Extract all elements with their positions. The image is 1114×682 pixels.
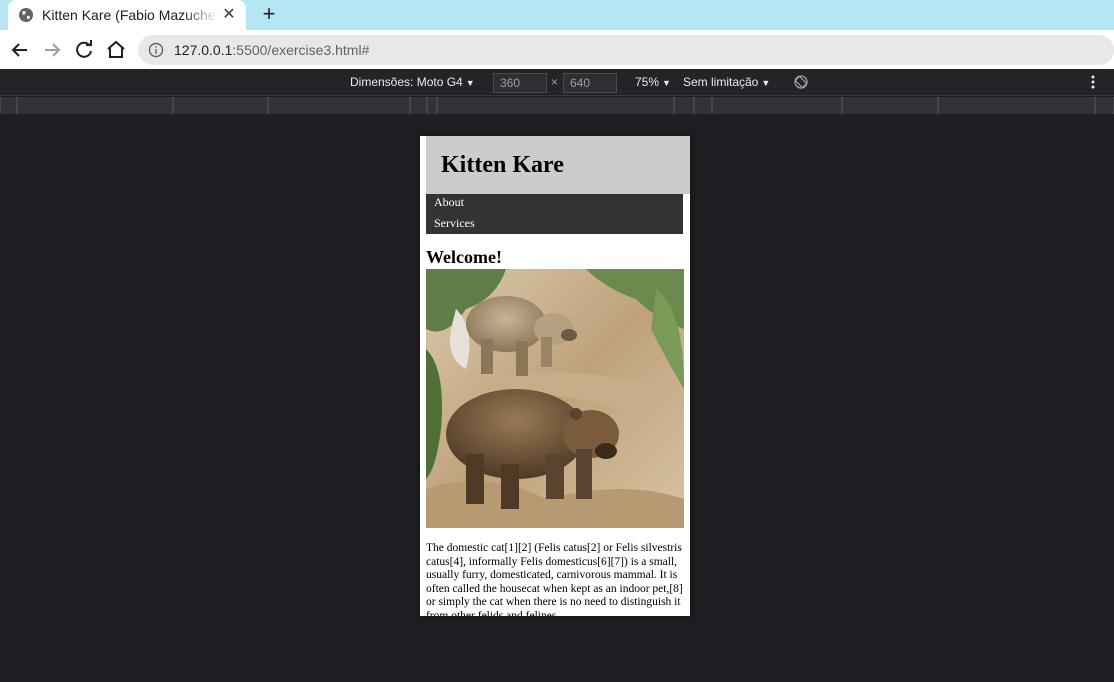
times-sign: ×: [551, 75, 559, 89]
nav-link-services[interactable]: Services: [434, 216, 475, 231]
device-select[interactable]: Dimensões: Moto G4 ▼: [350, 75, 475, 89]
home-icon[interactable]: [104, 38, 128, 62]
media-query-segment[interactable]: [694, 97, 712, 114]
forward-arrow-icon[interactable]: [40, 38, 64, 62]
url-path: :5500/exercise3.html#: [232, 42, 370, 58]
width-input[interactable]: [493, 73, 547, 93]
media-query-segment[interactable]: [674, 97, 694, 114]
browser-toolbar: 127.0.0.1:5500/exercise3.html#: [0, 30, 1114, 69]
page-heading: Welcome!: [426, 247, 502, 267]
media-query-segment[interactable]: [938, 97, 1095, 114]
media-query-ruler: [0, 97, 1114, 114]
caret-down-icon: ▼: [662, 78, 671, 88]
device-toolbar: Dimensões: Moto G4▼ × 75%▼ Sem limitação…: [0, 69, 1114, 96]
throttle-label: Sem limitação: [683, 75, 759, 89]
media-query-segment[interactable]: [268, 97, 410, 114]
reload-icon[interactable]: [72, 38, 96, 62]
tab-strip: Kitten Kare (Fabio Mazucheli) ✕ +: [0, 0, 1114, 30]
browser-tab[interactable]: Kitten Kare (Fabio Mazucheli) ✕: [8, 0, 246, 30]
address-bar[interactable]: 127.0.0.1:5500/exercise3.html#: [138, 35, 1114, 65]
rotate-icon[interactable]: [793, 74, 809, 90]
back-arrow-icon[interactable]: [8, 38, 32, 62]
caret-down-icon: ▼: [465, 78, 475, 88]
device-label: Dimensões: Moto G4: [350, 75, 463, 89]
media-query-segment[interactable]: [712, 97, 842, 114]
media-query-segment[interactable]: [437, 97, 674, 114]
zoom-label: 75%: [635, 75, 660, 89]
media-query-segment[interactable]: [842, 97, 938, 114]
url-text: 127.0.0.1:5500/exercise3.html#: [174, 42, 369, 58]
media-query-segment[interactable]: [173, 97, 268, 114]
site-nav: About Services: [426, 194, 683, 234]
globe-icon: [19, 8, 33, 22]
more-icon[interactable]: [1089, 74, 1097, 90]
url-host: 127.0.0.1: [174, 42, 233, 58]
zoom-select[interactable]: 75% ▼: [635, 75, 671, 89]
intro-paragraph: The domestic cat[1][2] (Felis catus[2] o…: [426, 542, 683, 616]
device-viewport: Kitten Kare About Services Welcome! The …: [420, 136, 690, 616]
bear-photo: [426, 269, 684, 528]
nav-link-about[interactable]: About: [434, 195, 464, 210]
plus-icon[interactable]: +: [257, 2, 281, 26]
site-title: Kitten Kare: [441, 152, 564, 178]
throttle-select[interactable]: Sem limitação ▼: [683, 75, 770, 89]
close-icon[interactable]: ✕: [220, 6, 238, 24]
site-header: Kitten Kare: [426, 136, 690, 194]
media-query-segment[interactable]: [17, 97, 173, 114]
tab-title: Kitten Kare (Fabio Mazucheli): [42, 7, 218, 23]
info-icon[interactable]: [148, 42, 164, 58]
media-query-segment[interactable]: [0, 97, 17, 114]
height-input[interactable]: [563, 73, 617, 93]
media-query-segment[interactable]: [1095, 97, 1114, 114]
media-query-segment[interactable]: [427, 97, 437, 114]
media-query-segment[interactable]: [410, 97, 427, 114]
caret-down-icon: ▼: [761, 78, 771, 88]
